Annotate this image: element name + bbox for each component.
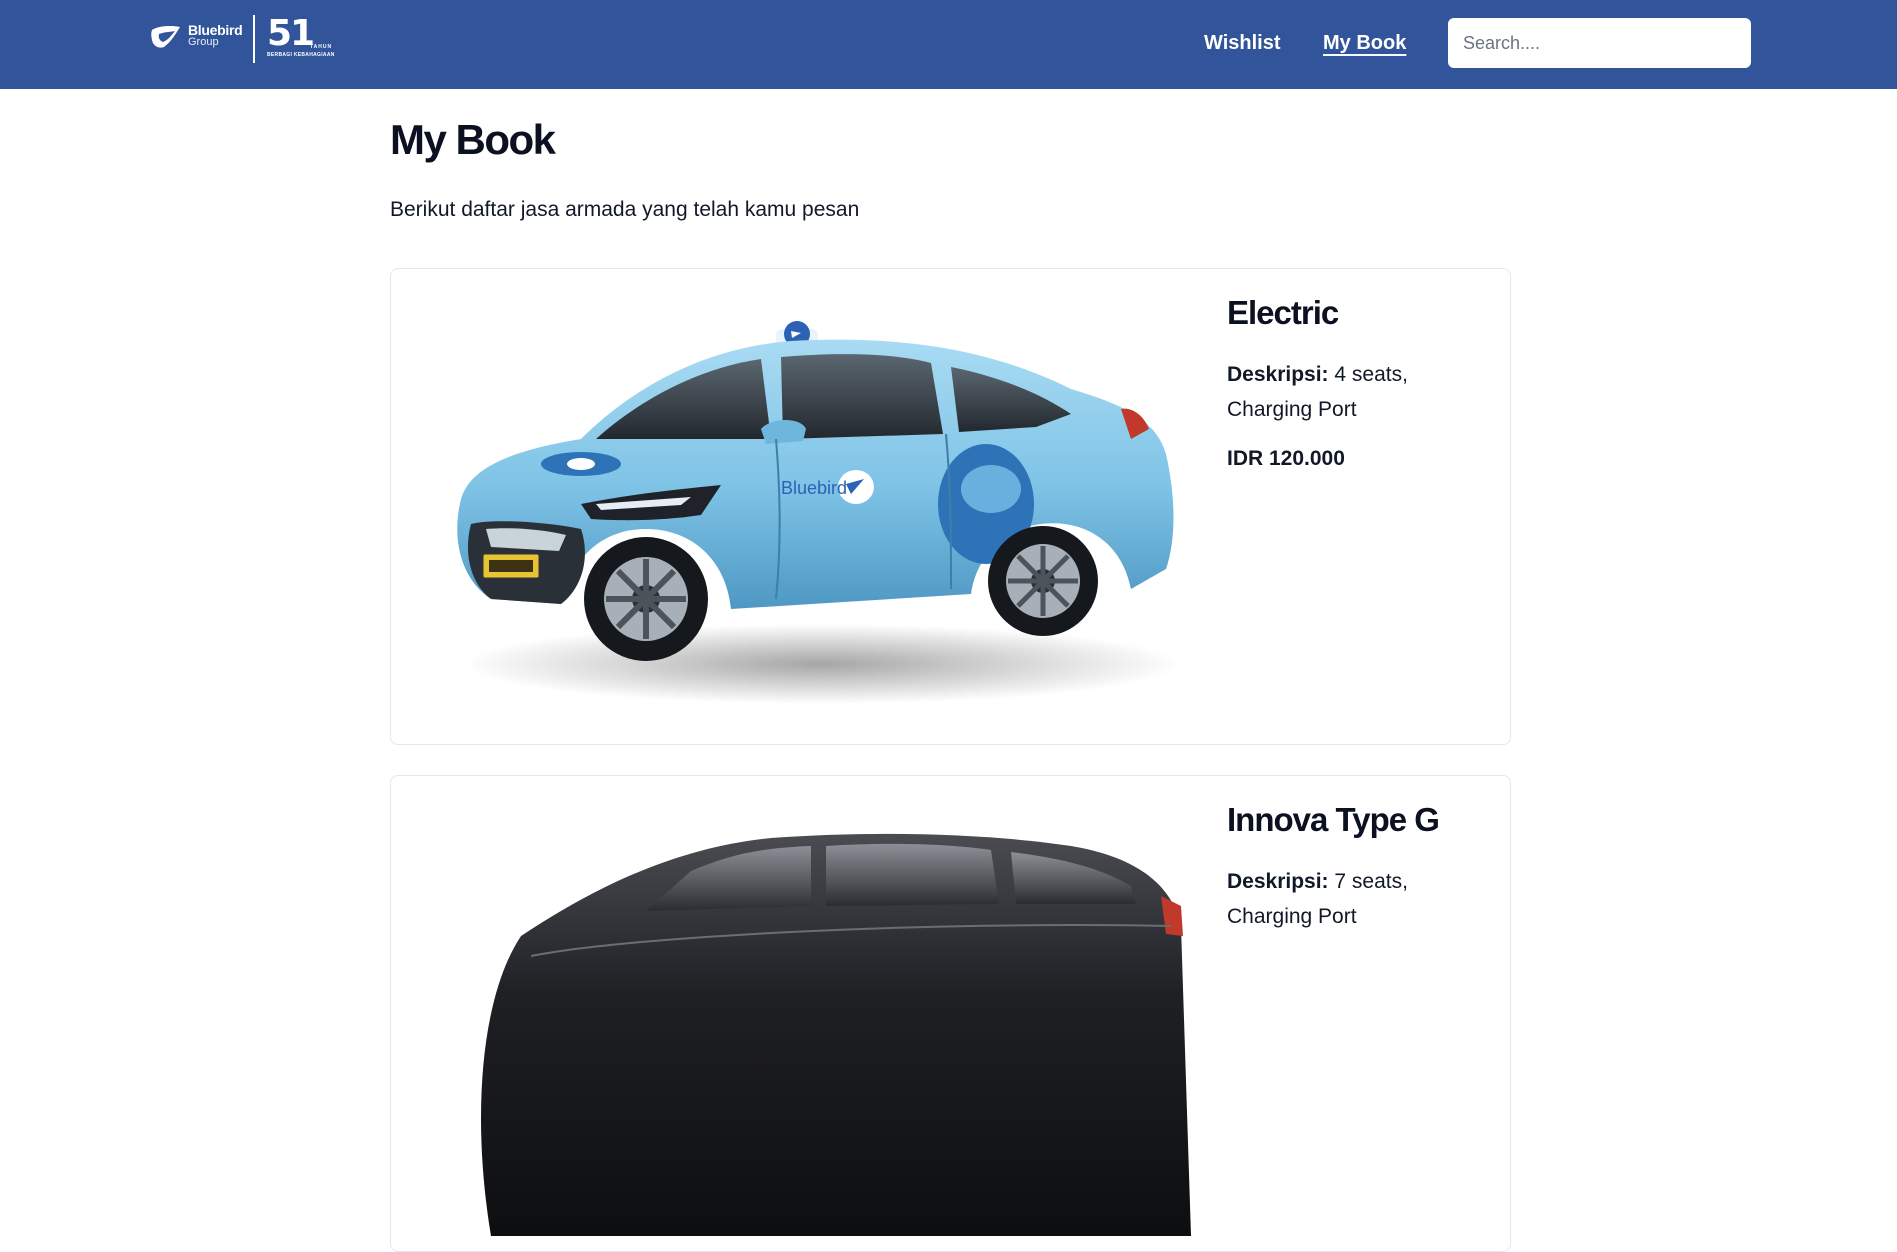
description-label: Deskripsi: bbox=[1227, 870, 1329, 893]
nav-wishlist-link[interactable]: Wishlist bbox=[1204, 30, 1281, 56]
booking-info: Electric Deskripsi: 4 seats, Charging Po… bbox=[1227, 291, 1467, 473]
top-navbar: Bluebird Group 51 TAHUN BERBAGI KEBAHAGI… bbox=[0, 0, 1897, 89]
bluebird-logo[interactable]: Bluebird Group 51 TAHUN BERBAGI KEBAHAGI… bbox=[150, 15, 340, 63]
booking-title: Innova Type G bbox=[1227, 801, 1440, 838]
search-input[interactable] bbox=[1448, 18, 1751, 68]
description-label: Deskripsi: bbox=[1227, 363, 1329, 386]
booking-description: Deskripsi: 7 seats, Charging Port bbox=[1227, 864, 1467, 934]
booking-description: Deskripsi: 4 seats, Charging Port bbox=[1227, 357, 1467, 427]
booking-card[interactable]: Innova Type G Deskripsi: 7 seats, Chargi… bbox=[390, 775, 1511, 1252]
booking-info: Innova Type G Deskripsi: 7 seats, Chargi… bbox=[1227, 798, 1467, 934]
logo-divider bbox=[253, 15, 255, 63]
booking-card[interactable]: Bluebird Electric Deskripsi: 4 seats, Ch… bbox=[390, 268, 1511, 745]
svg-text:Bluebird: Bluebird bbox=[781, 478, 847, 498]
black-mpv-image bbox=[481, 833, 1191, 1236]
bluebird-bird-icon bbox=[151, 26, 180, 48]
booking-title: Electric bbox=[1227, 294, 1339, 331]
anniversary-tagline: BERBAGI KEBAHAGIAAN bbox=[267, 52, 335, 58]
anniversary-number: 51 bbox=[267, 13, 315, 54]
anniversary-unit: TAHUN bbox=[310, 44, 333, 50]
nav-mybook-link[interactable]: My Book bbox=[1323, 30, 1406, 56]
electric-taxi-image: Bluebird bbox=[457, 321, 1181, 704]
brand-sub: Group bbox=[188, 36, 219, 48]
booking-price: IDR 120.000 bbox=[1227, 447, 1345, 470]
page-subtitle: Berikut daftar jasa armada yang telah ka… bbox=[390, 198, 860, 221]
page-title: My Book bbox=[390, 116, 556, 163]
